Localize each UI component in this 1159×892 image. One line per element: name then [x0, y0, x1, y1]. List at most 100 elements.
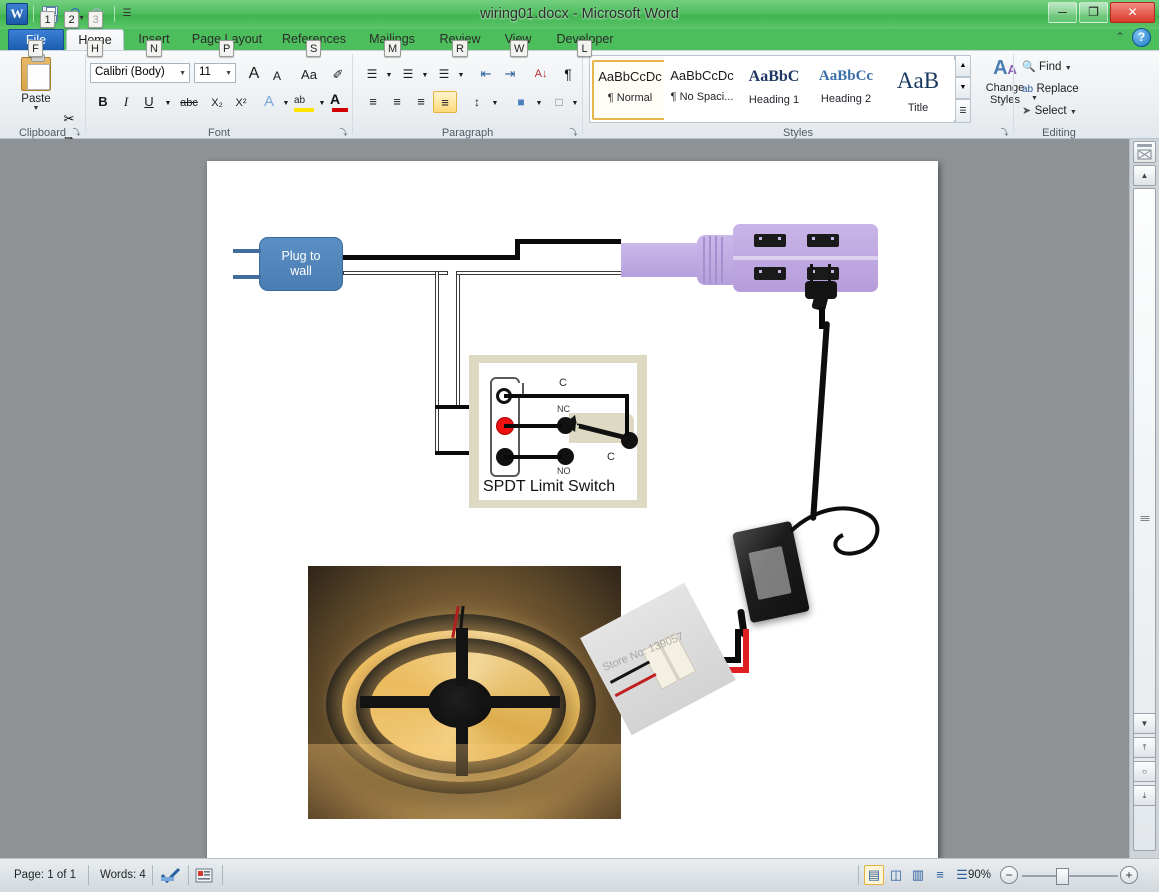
paragraph-dialog-launcher[interactable]: ⤵	[568, 127, 579, 138]
shrink-font-button[interactable]: A	[266, 65, 288, 87]
zoom-level[interactable]: 90%	[960, 863, 999, 887]
cut-button[interactable]: ✂	[58, 109, 80, 129]
cursor-icon: ➤	[1022, 105, 1032, 117]
sort-button[interactable]: A↓	[529, 63, 553, 85]
zoom-slider-thumb[interactable]	[1056, 868, 1069, 885]
align-right-button[interactable]: ≡	[409, 91, 433, 113]
clipboard-dialog-launcher[interactable]: ⤵	[71, 127, 82, 138]
page-indicator[interactable]: Page: 1 of 1	[6, 863, 84, 887]
font-dialog-launcher[interactable]: ⤵	[338, 127, 349, 138]
chevron-down-icon[interactable]: ▼	[78, 15, 85, 22]
decrease-indent-button[interactable]: ⇤	[475, 63, 497, 85]
chevron-down-icon[interactable]: ▼	[569, 93, 581, 115]
scroll-down-button[interactable]: ▼	[1133, 713, 1156, 734]
zoom-out-button[interactable]: −	[1000, 866, 1018, 884]
borders-button[interactable]: □	[547, 91, 571, 113]
align-left-button[interactable]: ≡	[361, 91, 385, 113]
chevron-down-icon[interactable]: ▼	[533, 93, 545, 115]
label-nc: NC	[557, 404, 570, 414]
chevron-down-icon[interactable]: ▼	[316, 93, 328, 115]
chevron-down-icon[interactable]: ▼	[1065, 65, 1072, 72]
paste-icon	[21, 54, 51, 91]
view-button-full-screen-reading[interactable]: ◫	[886, 865, 906, 885]
led-strip-photo[interactable]	[308, 566, 621, 819]
italic-button[interactable]: I	[115, 91, 137, 113]
select-browse-object-button[interactable]: ○	[1133, 761, 1156, 782]
underline-button[interactable]: U	[138, 91, 160, 113]
bold-button[interactable]: B	[92, 91, 114, 113]
show-formatting-marks-button[interactable]: ¶	[557, 63, 579, 85]
multilevel-list-button[interactable]: ☰	[433, 63, 455, 85]
reel-spoke	[480, 696, 560, 708]
previous-page-button[interactable]: ⤒	[1133, 737, 1156, 758]
vertical-scrollbar[interactable]: ▲ ▼ ⤒ ○ ⤓	[1129, 139, 1159, 858]
reel-table-reflection	[308, 744, 621, 819]
minimize-ribbon-button[interactable]: ⌃	[1115, 30, 1125, 44]
chevron-down-icon[interactable]: ▼	[179, 70, 186, 77]
change-case-button[interactable]: Aa	[294, 64, 324, 86]
language-button[interactable]	[194, 866, 214, 885]
restore-button[interactable]: ❐	[1079, 2, 1108, 23]
align-center-button[interactable]: ≡	[385, 91, 409, 113]
view-button-print-layout[interactable]: ▤	[864, 865, 884, 885]
superscript-button[interactable]: X²	[229, 92, 253, 114]
style-item-no-spaci[interactable]: AaBbCcDc ¶ No Spaci...	[664, 60, 740, 120]
select-button[interactable]: ➤ Select ▼	[1022, 103, 1077, 123]
view-ruler-button[interactable]	[1133, 141, 1156, 163]
view-button-outline[interactable]: ≡	[930, 865, 950, 885]
chevron-down-icon[interactable]: ▼	[1070, 109, 1077, 116]
chevron-down-icon[interactable]: ▼	[419, 65, 431, 87]
text-effects-button[interactable]: A	[258, 91, 280, 113]
document-page[interactable]: Plug to wall C NC NO C SPDT Limit Switch…	[207, 161, 938, 865]
next-page-button[interactable]: ⤓	[1133, 785, 1156, 806]
styles-scroll-down-button[interactable]: ▼	[955, 77, 971, 99]
document-canvas[interactable]: Plug to wall C NC NO C SPDT Limit Switch…	[0, 139, 1129, 865]
increase-indent-button[interactable]: ⇥	[499, 63, 521, 85]
strikethrough-button[interactable]: abc	[175, 92, 203, 114]
numbering-button[interactable]: ☰	[397, 63, 419, 85]
chevron-down-icon[interactable]: ▼	[162, 93, 174, 115]
clear-formatting-button[interactable]: ✐	[326, 64, 350, 86]
chevron-down-icon[interactable]: ▼	[489, 93, 501, 115]
proofing-status-button[interactable]	[160, 866, 182, 885]
status-bar: Page: 1 of 1 Words: 4 ▤ ◫ ▥ ≡ ☰ 90% − +	[0, 858, 1159, 892]
paste-button[interactable]: Paste ▼	[12, 54, 60, 112]
find-button[interactable]: 🔍 Find ▼	[1022, 59, 1072, 79]
styles-more-button[interactable]: ☰	[955, 99, 971, 123]
customize-qat-button[interactable]: ☰	[120, 3, 142, 25]
font-name-combo[interactable]: Calibri (Body) ▼	[90, 63, 190, 83]
justify-button[interactable]: ≡	[433, 91, 457, 113]
replace-button[interactable]: ab Replace	[1022, 81, 1079, 101]
style-item-title[interactable]: AaB Title	[880, 60, 956, 120]
close-button[interactable]: ✕	[1110, 2, 1155, 23]
chevron-down-icon[interactable]: ▼	[225, 70, 232, 77]
styles-scroll-up-button[interactable]: ▲	[955, 55, 971, 77]
grow-font-button[interactable]: A	[242, 63, 266, 85]
zoom-in-button[interactable]: +	[1120, 866, 1138, 884]
style-item-heading-1[interactable]: AaBbC Heading 1	[736, 60, 812, 120]
chevron-down-icon[interactable]: ▼	[12, 105, 60, 112]
chevron-down-icon[interactable]: ▼	[383, 65, 395, 87]
view-button-web-layout[interactable]: ▥	[908, 865, 928, 885]
subscript-button[interactable]: X₂	[205, 92, 229, 114]
scroll-up-button[interactable]: ▲	[1133, 165, 1156, 186]
font-color-button[interactable]: A	[330, 91, 352, 113]
word-logo-icon[interactable]: W	[6, 3, 28, 25]
plug-to-wall-box[interactable]: Plug to wall	[259, 237, 343, 291]
binoculars-icon: 🔍	[1022, 61, 1036, 73]
font-size-combo[interactable]: 11 ▼	[194, 63, 236, 83]
style-item-normal[interactable]: AaBbCcDc ¶ Normal	[592, 60, 668, 120]
style-item-heading-2[interactable]: AaBbCc Heading 2	[808, 60, 884, 120]
bullets-button[interactable]: ☰	[361, 63, 383, 85]
minimize-button[interactable]: ─	[1048, 2, 1077, 23]
chevron-down-icon[interactable]: ▼	[455, 65, 467, 87]
line-spacing-button[interactable]: ↕	[465, 91, 489, 113]
styles-dialog-launcher[interactable]: ⤵	[999, 127, 1010, 138]
text-highlight-button[interactable]: ab	[294, 92, 316, 112]
styles-gallery[interactable]: AaBbCcDc ¶ Normal AaBbCcDc ¶ No Spaci... AaB…	[589, 55, 956, 123]
shading-button[interactable]: ■	[509, 91, 533, 113]
zoom-slider-track[interactable]	[1022, 875, 1118, 877]
chevron-down-icon[interactable]: ▼	[280, 93, 292, 115]
word-count[interactable]: Words: 4	[92, 863, 154, 887]
help-button[interactable]: ?	[1132, 28, 1151, 47]
